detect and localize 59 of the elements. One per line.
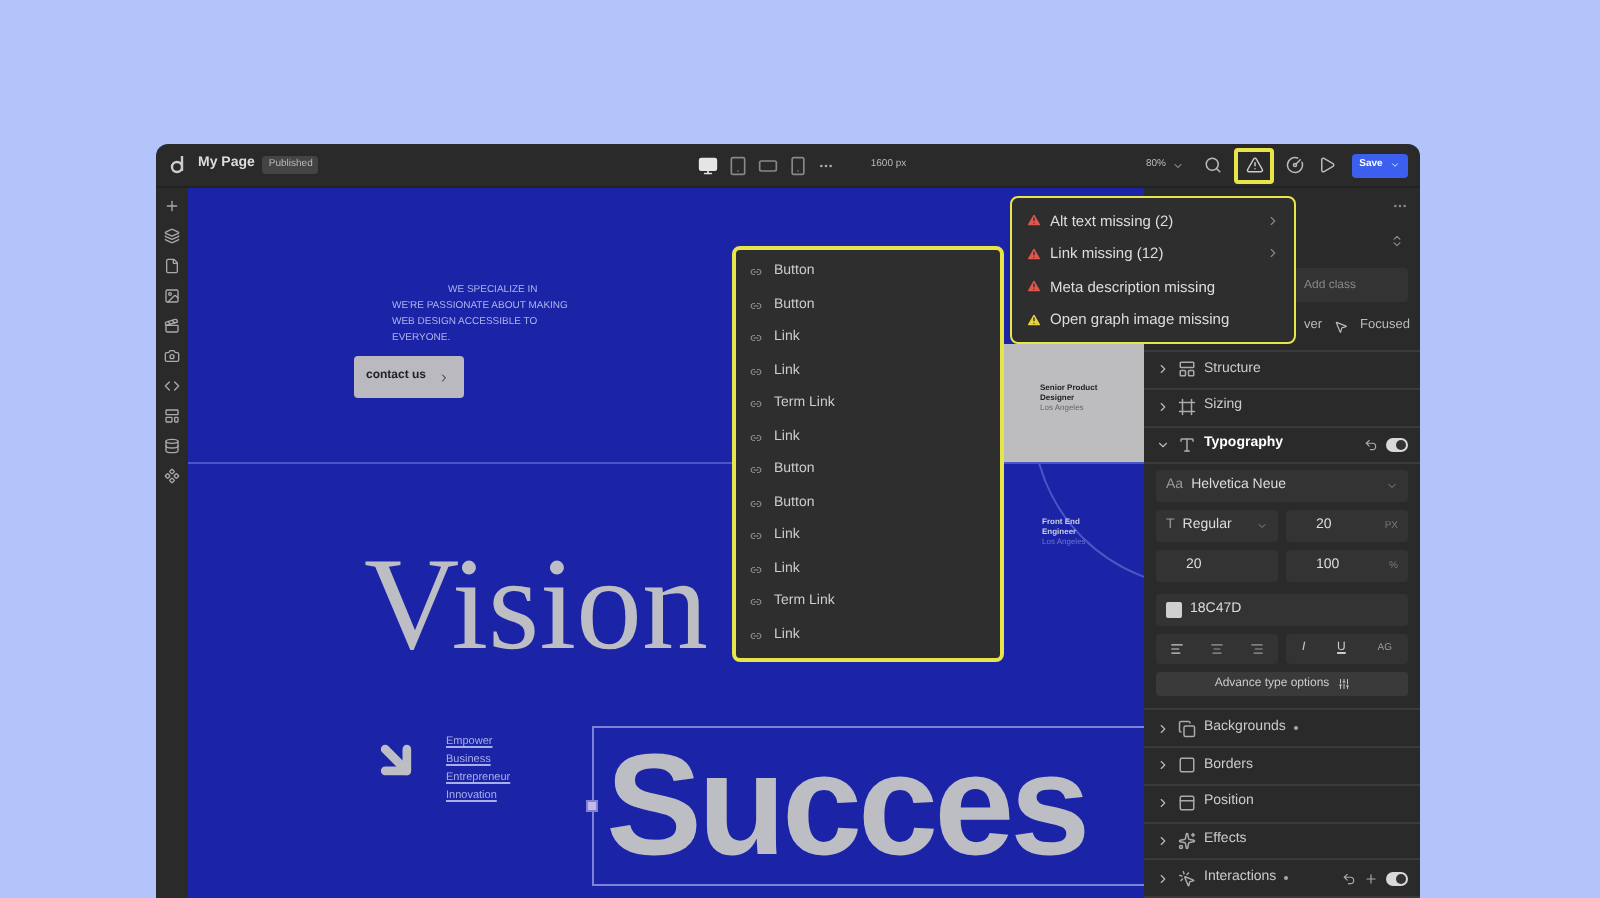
link-icon xyxy=(750,398,762,411)
toggle-switch[interactable] xyxy=(1386,437,1408,452)
link-icon xyxy=(750,563,762,576)
panel-icon xyxy=(1178,794,1196,813)
headline: Vision xyxy=(364,540,709,672)
link-icon xyxy=(750,266,762,279)
link-icon xyxy=(750,497,762,510)
sliders-icon xyxy=(1337,678,1350,691)
caret-icon xyxy=(1172,159,1184,171)
pointer-icon xyxy=(1334,319,1349,334)
page-icon[interactable] xyxy=(164,258,180,274)
search-icon[interactable] xyxy=(1204,156,1222,174)
caret-icon xyxy=(1390,160,1401,170)
align-right-icon[interactable] xyxy=(1250,642,1265,657)
add-icon[interactable] xyxy=(1364,871,1378,886)
tablet-icon[interactable] xyxy=(728,155,749,175)
link-icon xyxy=(750,365,762,378)
media-icon[interactable] xyxy=(164,318,180,334)
resize-handle[interactable] xyxy=(586,800,598,812)
layout-icon[interactable] xyxy=(164,408,180,424)
link-icon xyxy=(750,431,762,444)
phone-icon[interactable] xyxy=(788,155,809,175)
link-icon xyxy=(750,596,762,609)
link-icon xyxy=(750,299,762,312)
undo-icon[interactable] xyxy=(1342,871,1356,886)
text-icon xyxy=(1178,435,1196,454)
caret-icon xyxy=(1386,480,1398,493)
square-icon xyxy=(1178,756,1196,775)
stack-icon xyxy=(1178,719,1196,738)
toggle-switch[interactable] xyxy=(1386,871,1408,886)
code-icon[interactable] xyxy=(164,378,180,394)
database-icon[interactable] xyxy=(164,438,180,454)
frame-icon xyxy=(1178,398,1196,417)
caret-icon xyxy=(1256,520,1268,533)
gauge-icon[interactable] xyxy=(1286,156,1304,174)
landscape-icon[interactable] xyxy=(758,155,779,175)
layers-icon[interactable] xyxy=(164,228,180,244)
warning-icon xyxy=(1245,156,1263,174)
link-icon xyxy=(750,629,762,642)
structure-icon xyxy=(1178,360,1196,379)
align-left-icon[interactable] xyxy=(1169,642,1184,657)
selector-icon[interactable] xyxy=(1390,233,1404,248)
image-icon[interactable] xyxy=(164,288,180,304)
click-icon xyxy=(1178,869,1196,888)
link-icon xyxy=(750,332,762,345)
logo-icon[interactable] xyxy=(168,155,186,175)
components-icon[interactable] xyxy=(164,468,180,484)
link-icon xyxy=(750,464,762,477)
link-icon xyxy=(750,530,762,543)
align-center-icon[interactable] xyxy=(1209,642,1224,657)
add-icon[interactable] xyxy=(164,198,180,214)
chevron-icon xyxy=(438,371,451,383)
camera-icon[interactable] xyxy=(164,348,180,364)
play-icon[interactable] xyxy=(1318,156,1336,174)
desktop-icon[interactable] xyxy=(698,155,719,175)
audit-button[interactable] xyxy=(1234,147,1274,183)
undo-icon[interactable] xyxy=(1364,437,1378,452)
sparkles-icon xyxy=(1178,831,1196,850)
hero-text[interactable]: Succes xyxy=(592,726,1144,886)
